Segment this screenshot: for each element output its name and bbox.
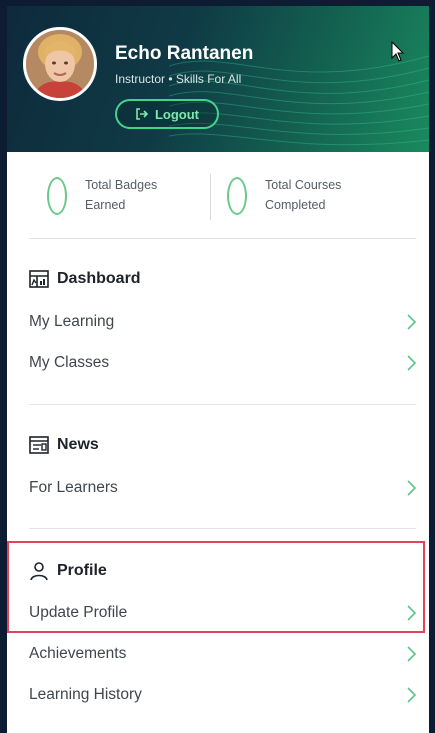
user-name: Echo Rantanen xyxy=(115,43,254,64)
chevron-right-icon xyxy=(407,687,417,703)
chevron-right-icon xyxy=(407,314,417,330)
logout-button[interactable]: Logout xyxy=(115,99,219,129)
nav-item-my-classes[interactable]: My Classes xyxy=(29,350,417,376)
chevron-right-icon xyxy=(407,646,417,662)
nav-item-learning-history[interactable]: Learning History xyxy=(29,682,417,708)
nav-item-label: Learning History xyxy=(29,686,142,703)
section-news: News xyxy=(29,436,99,454)
left-edge xyxy=(0,0,7,733)
avatar[interactable] xyxy=(23,27,97,101)
stats-summary: Total Badges Earned Total Courses Comple… xyxy=(7,152,429,238)
divider xyxy=(29,528,416,529)
nav-item-achievements[interactable]: Achievements xyxy=(29,641,417,667)
stats-divider xyxy=(210,174,211,220)
logout-label: Logout xyxy=(154,106,200,122)
badges-count-zero xyxy=(47,177,67,215)
nav-item-my-learning[interactable]: My Learning xyxy=(29,309,417,335)
nav-item-label: Achievements xyxy=(29,645,127,662)
dashboard-icon xyxy=(29,270,49,288)
news-icon xyxy=(29,436,49,454)
badges-label: Total Badges Earned xyxy=(85,178,158,212)
courses-label: Total Courses Completed xyxy=(265,178,342,212)
chevron-right-icon xyxy=(407,355,417,371)
mouse-cursor-icon xyxy=(391,41,405,62)
section-news-title: News xyxy=(57,436,99,453)
logout-icon xyxy=(136,108,149,120)
profile-header: Echo Rantanen Instructor • Skills For Al… xyxy=(7,6,429,152)
avatar-portrait xyxy=(26,30,94,98)
right-edge xyxy=(429,0,435,733)
user-role: Instructor • Skills For All xyxy=(115,72,242,86)
divider xyxy=(29,404,416,405)
section-dashboard: Dashboard xyxy=(29,270,141,288)
nav-item-label: For Learners xyxy=(29,479,118,496)
navigation-panel: Total Badges Earned Total Courses Comple… xyxy=(7,152,429,733)
divider xyxy=(29,238,416,239)
nav-item-for-learners[interactable]: For Learners xyxy=(29,475,417,501)
nav-item-label: My Learning xyxy=(29,313,115,330)
courses-count-zero xyxy=(227,177,247,215)
section-dashboard-title: Dashboard xyxy=(57,270,141,287)
nav-item-label: My Classes xyxy=(29,354,110,371)
highlight-box xyxy=(7,541,425,633)
chevron-right-icon xyxy=(407,480,417,496)
